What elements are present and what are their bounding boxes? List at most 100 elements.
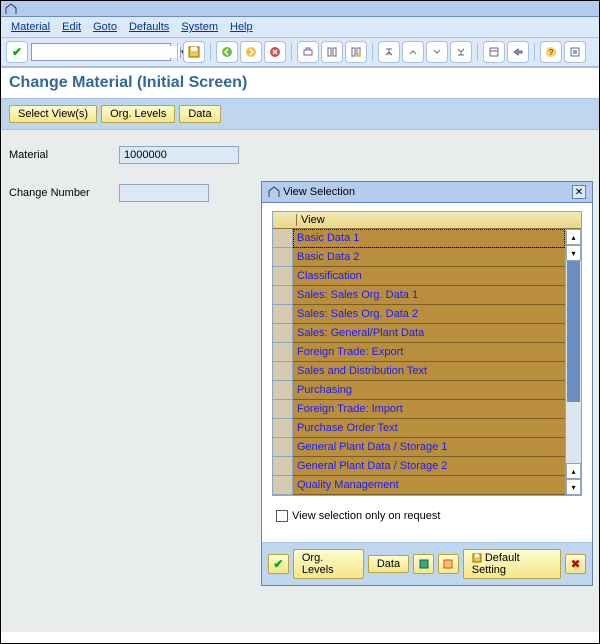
- row-selector[interactable]: [273, 286, 293, 305]
- view-item[interactable]: General Plant Data / Storage 1: [293, 438, 565, 457]
- toolbar-separator: [291, 43, 292, 61]
- next-page-icon[interactable]: [427, 42, 447, 62]
- table-row[interactable]: Purchase Order Text: [273, 419, 565, 438]
- table-row[interactable]: Classification: [273, 267, 565, 286]
- menu-edit[interactable]: Edit: [62, 21, 81, 33]
- view-item[interactable]: Foreign Trade: Export: [293, 343, 565, 362]
- view-item[interactable]: Quality Management: [293, 476, 565, 495]
- scroll-thumb[interactable]: [567, 261, 580, 402]
- table-row[interactable]: Sales and Distribution Text: [273, 362, 565, 381]
- view-item[interactable]: Sales and Distribution Text: [293, 362, 565, 381]
- view-item[interactable]: Sales: Sales Org. Data 2: [293, 305, 565, 324]
- dialog-titlebar: View Selection ✕: [262, 182, 592, 203]
- checkbox-box[interactable]: [276, 510, 288, 522]
- cancel-icon[interactable]: [265, 42, 285, 62]
- default-setting-button[interactable]: Default Setting: [463, 549, 561, 579]
- view-only-on-request-checkbox[interactable]: View selection only on request: [276, 510, 582, 522]
- view-item[interactable]: Classification: [293, 267, 565, 286]
- new-session-icon[interactable]: [484, 42, 504, 62]
- dialog-title: View Selection: [283, 186, 355, 198]
- first-page-icon[interactable]: [379, 42, 399, 62]
- menu-goto[interactable]: Goto: [93, 21, 117, 33]
- menu-system[interactable]: System: [181, 21, 218, 33]
- change-number-input[interactable]: [119, 184, 209, 202]
- deselect-all-icon[interactable]: [438, 554, 459, 574]
- view-item[interactable]: Sales: Sales Org. Data 1: [293, 286, 565, 305]
- row-selector[interactable]: [273, 229, 293, 248]
- row-selector[interactable]: [273, 400, 293, 419]
- table-row[interactable]: Foreign Trade: Import: [273, 400, 565, 419]
- menu-help[interactable]: Help: [230, 21, 253, 33]
- dialog-data-button[interactable]: Data: [368, 555, 409, 573]
- command-input[interactable]: [32, 46, 180, 58]
- scroll-up-icon[interactable]: ▴: [566, 229, 581, 245]
- toolbar-separator: [477, 43, 478, 61]
- save-icon[interactable]: [184, 42, 204, 62]
- page-title: Change Material (Initial Screen): [1, 67, 599, 99]
- print-icon[interactable]: [298, 42, 318, 62]
- toolbar-separator: [210, 43, 211, 61]
- view-table: View Basic Data 1 Basic Data 2 Classific…: [272, 211, 582, 496]
- row-selector[interactable]: [273, 343, 293, 362]
- material-row: Material: [9, 146, 591, 164]
- table-header: View: [273, 212, 581, 229]
- scroll-up2-icon[interactable]: ▴: [566, 463, 581, 479]
- row-selector[interactable]: [273, 362, 293, 381]
- scroll-down2-icon[interactable]: ▾: [566, 479, 581, 495]
- table-row[interactable]: Basic Data 1: [273, 229, 565, 248]
- continue-icon[interactable]: ✔: [268, 554, 289, 574]
- material-input[interactable]: [119, 146, 239, 164]
- view-item[interactable]: Basic Data 2: [293, 248, 565, 267]
- table-row[interactable]: General Plant Data / Storage 1: [273, 438, 565, 457]
- row-selector[interactable]: [273, 457, 293, 476]
- table-row[interactable]: Sales: Sales Org. Data 1: [273, 286, 565, 305]
- row-selector[interactable]: [273, 419, 293, 438]
- help-icon[interactable]: ?: [541, 42, 561, 62]
- view-item[interactable]: Basic Data 1: [293, 229, 565, 248]
- prev-page-icon[interactable]: [403, 42, 423, 62]
- row-selector[interactable]: [273, 267, 293, 286]
- close-icon[interactable]: ✕: [572, 185, 586, 199]
- table-scrollbar[interactable]: ▴ ▾ ▴ ▾: [565, 229, 581, 495]
- table-header-marker: [277, 214, 297, 226]
- table-row[interactable]: Basic Data 2: [273, 248, 565, 267]
- dialog-org-levels-button[interactable]: Org. Levels: [293, 549, 364, 579]
- last-page-icon[interactable]: [451, 42, 471, 62]
- menu-material[interactable]: Material: [11, 21, 50, 33]
- select-all-icon[interactable]: [413, 554, 434, 574]
- row-selector[interactable]: [273, 381, 293, 400]
- scroll-track[interactable]: [566, 261, 581, 463]
- table-row[interactable]: Purchasing: [273, 381, 565, 400]
- exit-icon[interactable]: [241, 42, 261, 62]
- row-selector[interactable]: [273, 324, 293, 343]
- view-item[interactable]: Sales: General/Plant Data: [293, 324, 565, 343]
- view-item[interactable]: Purchasing: [293, 381, 565, 400]
- customize-layout-icon[interactable]: [565, 42, 585, 62]
- find-icon[interactable]: [322, 42, 342, 62]
- row-selector[interactable]: [273, 248, 293, 267]
- select-views-button[interactable]: Select View(s): [9, 105, 97, 123]
- table-header-view[interactable]: View: [297, 214, 329, 226]
- row-selector[interactable]: [273, 305, 293, 324]
- table-row[interactable]: Quality Management: [273, 476, 565, 495]
- row-selector[interactable]: [273, 438, 293, 457]
- view-item[interactable]: General Plant Data / Storage 2: [293, 457, 565, 476]
- menu-defaults[interactable]: Defaults: [129, 21, 169, 33]
- table-row[interactable]: Sales: General/Plant Data: [273, 324, 565, 343]
- back-icon[interactable]: [217, 42, 237, 62]
- command-field[interactable]: ▾: [31, 43, 171, 61]
- data-button[interactable]: Data: [179, 105, 220, 123]
- cancel-dialog-icon[interactable]: ✖: [565, 554, 586, 574]
- table-row[interactable]: General Plant Data / Storage 2: [273, 457, 565, 476]
- table-row[interactable]: Sales: Sales Org. Data 2: [273, 305, 565, 324]
- row-selector[interactable]: [273, 476, 293, 495]
- org-levels-button[interactable]: Org. Levels: [101, 105, 175, 123]
- table-row[interactable]: Foreign Trade: Export: [273, 343, 565, 362]
- svg-text:?: ?: [549, 48, 554, 57]
- view-item[interactable]: Foreign Trade: Import: [293, 400, 565, 419]
- find-next-icon[interactable]: [346, 42, 366, 62]
- scroll-down-icon[interactable]: ▾: [566, 245, 581, 261]
- generate-shortcut-icon[interactable]: [508, 42, 528, 62]
- enter-icon[interactable]: ✔: [7, 42, 27, 62]
- view-item[interactable]: Purchase Order Text: [293, 419, 565, 438]
